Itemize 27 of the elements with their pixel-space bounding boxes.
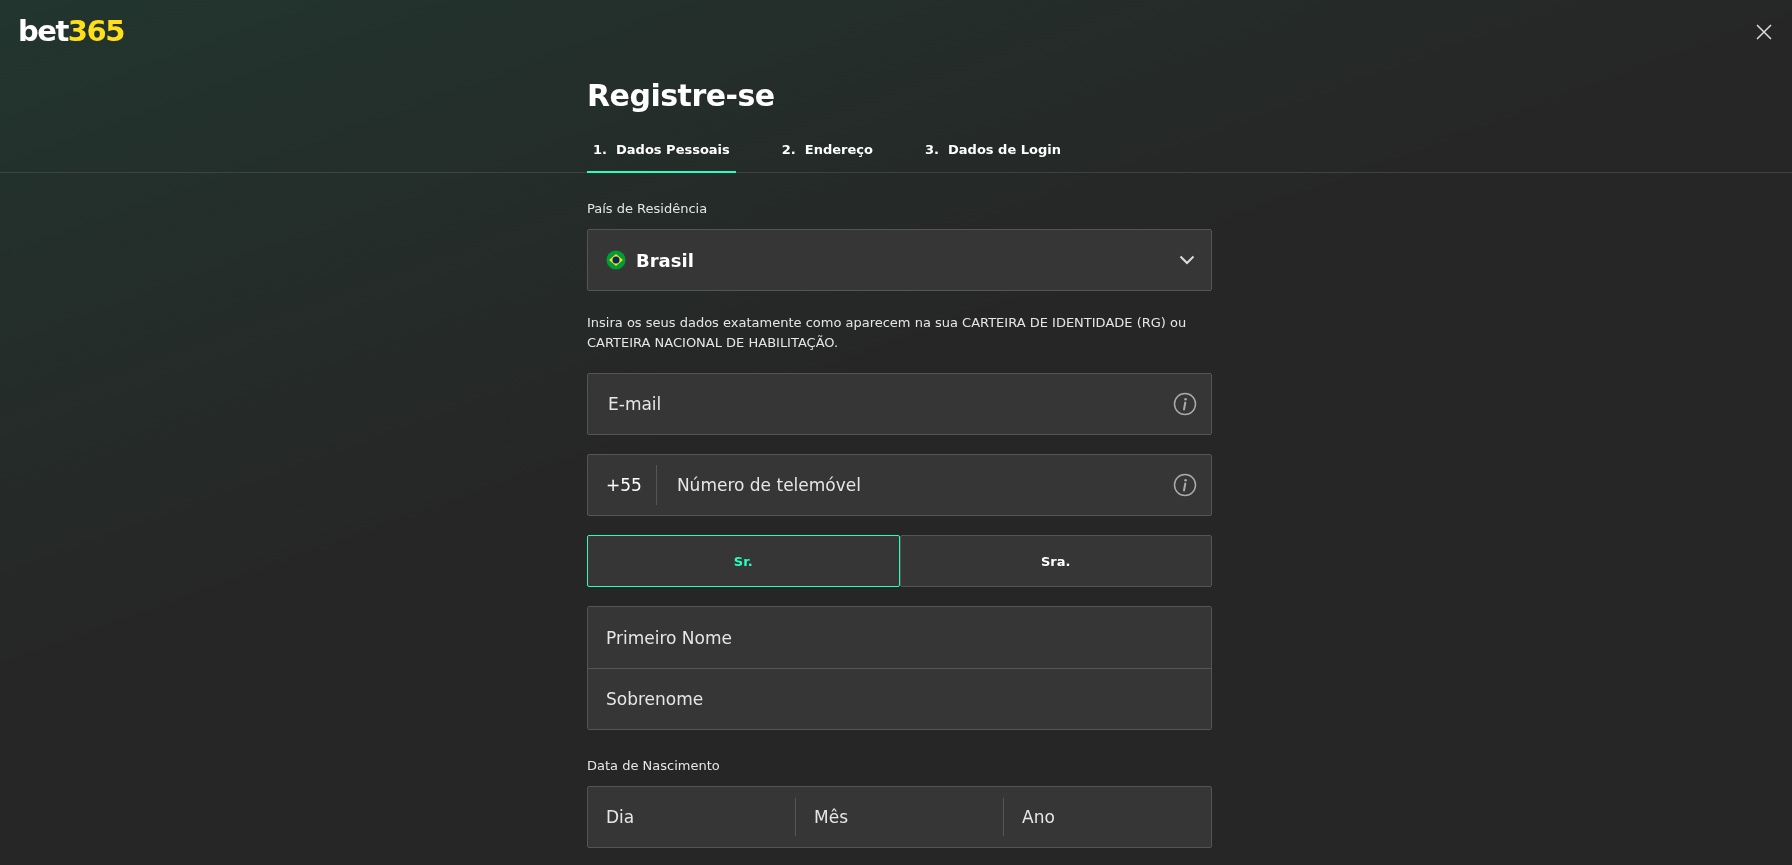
step-tab[interactable]: 1. Dados Pessoais [587,134,736,173]
logo[interactable]: bet365 [18,14,124,62]
field-label: Data de Nascimento [587,758,721,773]
email-field[interactable]: E-mail [587,373,1212,435]
date-field[interactable]: Mês [795,798,1003,836]
chevron-down-icon [1179,255,1195,265]
info-icon[interactable] [1173,473,1197,497]
name-input[interactable]: Primeiro Nome [606,627,1193,648]
close-button[interactable] [1754,22,1774,42]
date-field[interactable]: Dia [588,798,795,836]
instruction-text: Insira os seus dados exatamente como aparecem na sua CARTEIRA DE IDENTIDADE (RG) ou CARTEIRA NACIONAL DE HABILITAÇÃO. [587,314,1188,352]
country-code: +55 [606,465,657,505]
phone-field[interactable]: +55 Número de telemóvel [587,454,1212,516]
title-option[interactable]: Sra. [899,535,1212,587]
phone-input[interactable]: Número de telemóvel [674,474,1173,496]
flag-icon [606,250,626,270]
info-icon[interactable] [1173,392,1197,416]
name-input[interactable]: Sobrenome [606,689,1193,709]
step-tab[interactable]: 2. Endereço [775,134,879,173]
date-field[interactable]: Ano [1003,798,1211,836]
title-option[interactable]: Sr. [587,535,900,587]
page-title: Registre-se [587,77,776,115]
name-field[interactable]: Sobrenome [588,668,1211,729]
step-tab[interactable]: 3. Dados de Login [919,134,1067,173]
field-label: País de Residência [587,201,709,216]
email-input[interactable]: E-mail [606,393,1173,415]
country-select[interactable]: Brasil [587,229,1212,291]
